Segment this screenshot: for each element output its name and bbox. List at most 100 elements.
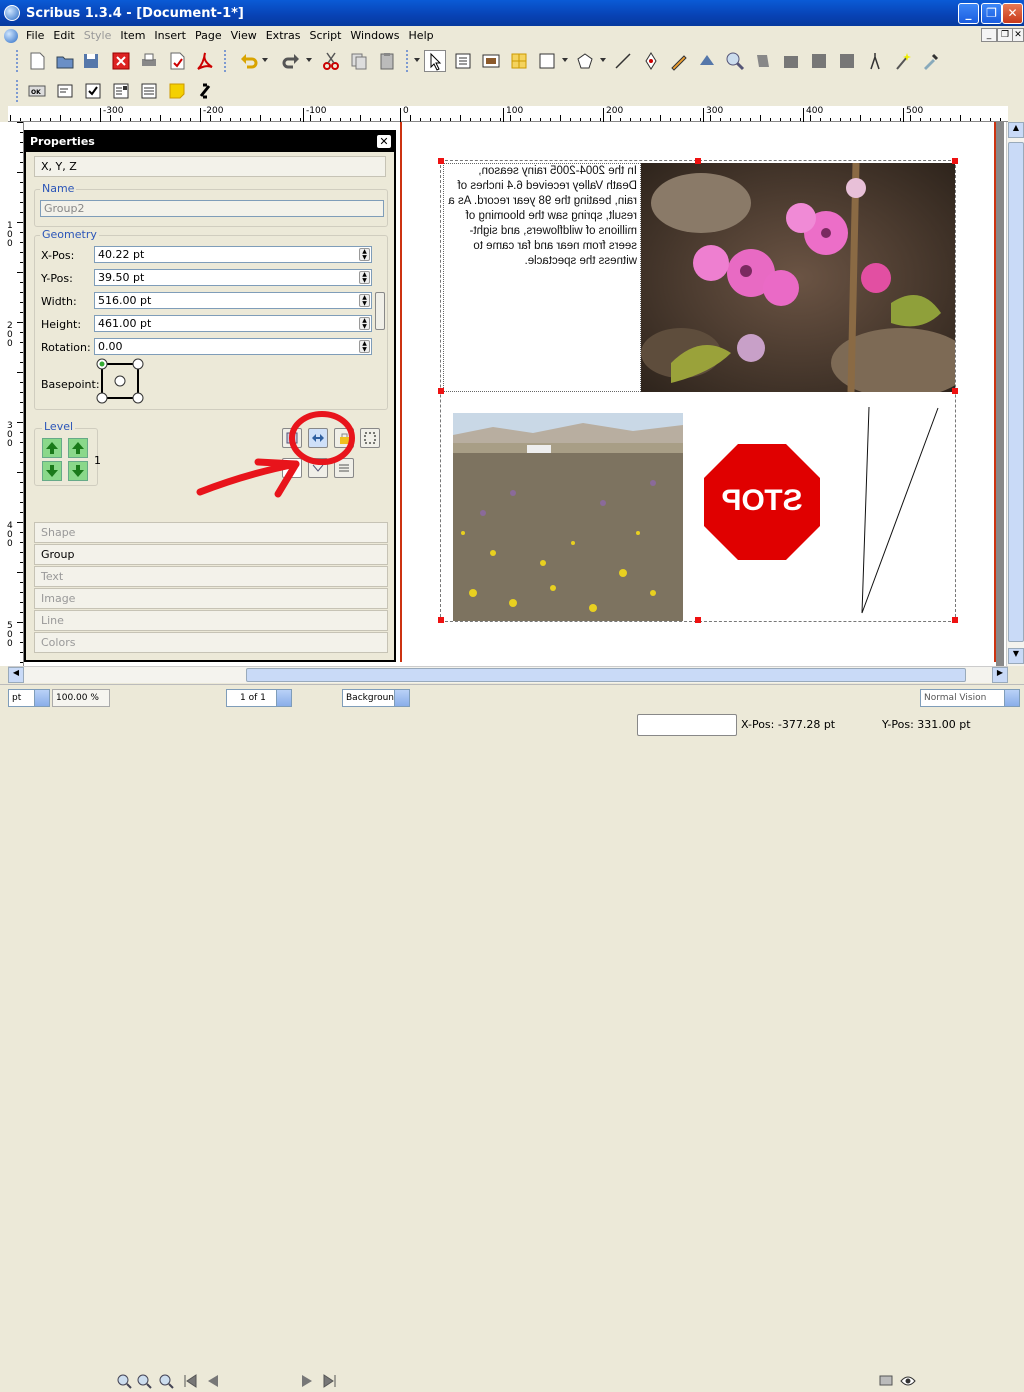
zoom-field[interactable]: 100.00 %	[52, 689, 110, 707]
undo-dropdown-icon[interactable]	[262, 58, 268, 62]
image-tab[interactable]: Image	[34, 588, 388, 609]
bezier-icon[interactable]	[640, 50, 662, 72]
vision-select[interactable]: Normal Vision	[920, 689, 1020, 707]
rotation-spinner[interactable]: ▲ ▼	[359, 340, 370, 353]
group-tab[interactable]: Group	[34, 544, 388, 565]
xpos-field[interactable]: 40.22 pt ▲ ▼	[94, 246, 372, 263]
pdf-text-field-icon[interactable]	[54, 80, 76, 102]
menu-insert[interactable]: Insert	[154, 29, 186, 42]
wildflower-field-photo[interactable]	[453, 413, 683, 621]
text-tab[interactable]: Text	[34, 566, 388, 587]
menu-script[interactable]: Script	[310, 29, 342, 42]
unit-select[interactable]: pt	[8, 689, 50, 707]
edit-contents-icon[interactable]	[752, 50, 774, 72]
menu-item[interactable]: Item	[120, 29, 145, 42]
vertical-scroll-thumb[interactable]	[1008, 142, 1024, 642]
next-page-icon[interactable]	[300, 1373, 316, 1389]
menu-style[interactable]: Style	[84, 29, 112, 42]
first-page-icon[interactable]	[182, 1373, 198, 1389]
selection-handle[interactable]	[952, 158, 958, 164]
selection-handle[interactable]	[695, 617, 701, 623]
magic-wand-icon[interactable]	[892, 50, 914, 72]
close-window-button[interactable]: ✕	[1002, 3, 1023, 24]
name-field[interactable]: Group2	[40, 200, 384, 217]
zoom-100-icon[interactable]	[136, 1373, 152, 1389]
shape-dropdown-icon[interactable]	[562, 58, 568, 62]
copy-icon[interactable]	[348, 50, 370, 72]
freehand-icon[interactable]	[668, 50, 690, 72]
page-select[interactable]: 1 of 1	[226, 689, 292, 707]
save-icon[interactable]	[80, 50, 102, 72]
pdf-push-button-icon[interactable]: OK	[26, 80, 48, 102]
xyz-section-button[interactable]: X, Y, Z	[34, 156, 386, 177]
preflight-icon[interactable]	[166, 50, 188, 72]
unlink-frames-icon[interactable]	[808, 50, 830, 72]
xpos-spinner[interactable]: ▲ ▼	[359, 248, 370, 261]
zoom-out-icon[interactable]	[116, 1373, 132, 1389]
scroll-down-icon[interactable]: ▼	[1008, 648, 1024, 664]
horizontal-scroll-thumb[interactable]	[246, 668, 966, 682]
close-document-icon[interactable]	[110, 50, 132, 72]
width-spinner[interactable]: ▲ ▼	[359, 294, 370, 307]
properties-close-button[interactable]: ✕	[377, 135, 391, 148]
redo-icon[interactable]	[280, 50, 302, 72]
print-icon[interactable]	[138, 50, 160, 72]
colors-tab[interactable]: Colors	[34, 632, 388, 653]
zoom-icon[interactable]	[724, 50, 746, 72]
rotate-item-icon[interactable]	[696, 50, 718, 72]
redo-dropdown-icon[interactable]	[306, 58, 312, 62]
previous-page-icon[interactable]	[204, 1373, 220, 1389]
menu-edit[interactable]: Edit	[53, 29, 74, 42]
lower-icon[interactable]	[42, 461, 62, 481]
ypos-spinner[interactable]: ▲ ▼	[359, 271, 370, 284]
lower-to-bottom-icon[interactable]	[68, 461, 88, 481]
pdf-list-box-icon[interactable]	[138, 80, 160, 102]
menu-page[interactable]: Page	[195, 29, 222, 42]
selection-handle[interactable]	[952, 617, 958, 623]
scroll-left-icon[interactable]: ◀	[8, 667, 24, 683]
new-document-icon[interactable]	[26, 50, 48, 72]
eyedropper-icon[interactable]	[920, 50, 942, 72]
selection-handle[interactable]	[438, 388, 444, 394]
menu-windows[interactable]: Windows	[350, 29, 399, 42]
preview-mode-icon[interactable]	[878, 1373, 894, 1389]
link-annotation-icon[interactable]	[194, 80, 216, 102]
paste-icon[interactable]	[376, 50, 398, 72]
menu-view[interactable]: View	[231, 29, 257, 42]
rotation-field[interactable]: 0.00 ▲ ▼	[94, 338, 372, 355]
width-field[interactable]: 516.00 pt ▲ ▼	[94, 292, 372, 309]
line-icon[interactable]	[612, 50, 634, 72]
minimize-button[interactable]: _	[958, 3, 979, 24]
toolbar-grip[interactable]	[16, 50, 20, 72]
raise-icon[interactable]	[68, 438, 88, 458]
stop-sign-shape[interactable]: STOP	[704, 444, 820, 560]
scroll-up-icon[interactable]: ▲	[1008, 122, 1024, 138]
select-dropdown-icon[interactable]	[414, 58, 420, 62]
select-item-tool-icon[interactable]	[424, 50, 446, 72]
eye-icon[interactable]	[900, 1373, 916, 1389]
layer-select[interactable]: Background	[342, 689, 410, 707]
last-page-icon[interactable]	[322, 1373, 338, 1389]
pdf-checkbox-icon[interactable]	[82, 80, 104, 102]
height-spinner[interactable]: ▲ ▼	[359, 317, 370, 330]
shape-icon[interactable]	[536, 50, 558, 72]
link-frames-icon[interactable]	[780, 50, 802, 72]
menu-file[interactable]: File	[26, 29, 44, 42]
basepoint-selector[interactable]	[96, 358, 144, 404]
polygon-icon[interactable]	[574, 50, 596, 72]
toolbar-grip[interactable]	[224, 50, 228, 72]
scroll-right-icon[interactable]: ▶	[992, 667, 1008, 683]
selection-handle[interactable]	[952, 388, 958, 394]
toolbar-grip[interactable]	[16, 80, 20, 102]
keep-ratio-chain-icon[interactable]	[375, 292, 385, 330]
menu-extras[interactable]: Extras	[266, 29, 301, 42]
measurements-icon[interactable]	[836, 50, 858, 72]
text-frame-icon[interactable]	[452, 50, 474, 72]
pink-flower-photo[interactable]	[641, 163, 955, 392]
zoom-in-icon[interactable]	[158, 1373, 174, 1389]
selection-handle[interactable]	[438, 158, 444, 164]
export-pdf-icon[interactable]	[194, 50, 216, 72]
mdi-minimize-button[interactable]: _	[981, 28, 997, 42]
ypos-field[interactable]: 39.50 pt ▲ ▼	[94, 269, 372, 286]
height-field[interactable]: 461.00 pt ▲ ▼	[94, 315, 372, 332]
